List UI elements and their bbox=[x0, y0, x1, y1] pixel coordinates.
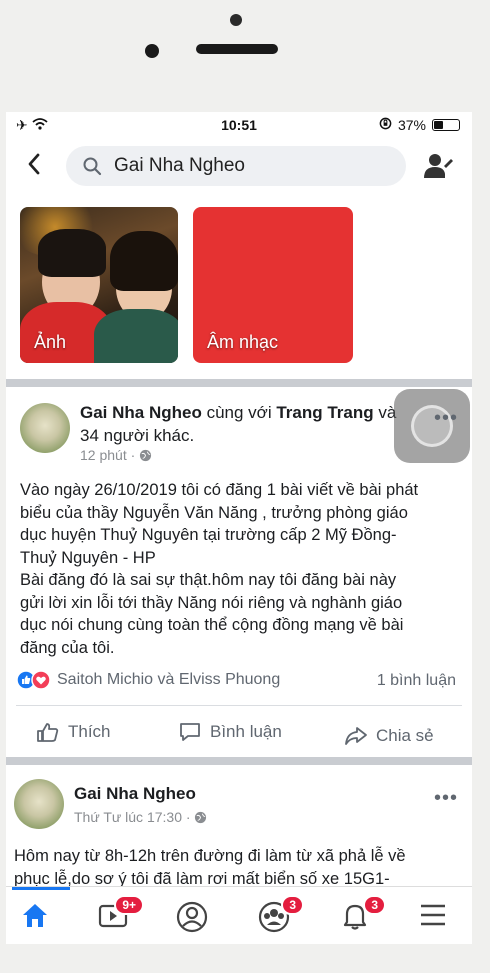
share-button[interactable]: Chia sẻ bbox=[344, 725, 434, 747]
photo-hair-left bbox=[38, 229, 106, 277]
love-reaction-icon bbox=[31, 670, 51, 690]
post-body: Vào ngày 26/10/2019 tôi có đăng 1 bài vi… bbox=[20, 479, 460, 659]
front-camera bbox=[145, 44, 159, 58]
search-icon bbox=[82, 156, 102, 181]
comments-count[interactable]: 1 bình luận bbox=[377, 672, 456, 690]
post-body-line: đăng của tôi. bbox=[20, 638, 115, 657]
actions-divider bbox=[16, 705, 462, 706]
tab-groups[interactable]: 3 bbox=[258, 895, 304, 935]
more-options-button[interactable]: ••• bbox=[434, 407, 458, 430]
active-tab-indicator bbox=[12, 887, 70, 890]
search-input[interactable]: Gai Nha Ngheo bbox=[66, 146, 406, 186]
orientation-lock-icon bbox=[379, 117, 392, 133]
photo-shirt-right bbox=[94, 309, 178, 363]
post-time: Thứ Tư lúc 17:30 · bbox=[74, 809, 195, 825]
search-header: Gai Nha Ngheo bbox=[6, 142, 472, 192]
chevron-left-icon bbox=[28, 153, 40, 175]
music-tile[interactable]: Âm nhạc bbox=[193, 207, 353, 363]
photos-tile-label: Ảnh bbox=[34, 332, 67, 352]
tab-watch[interactable]: 9+ bbox=[98, 895, 144, 935]
phone-frame: ✈ 10:51 37% Gai Nha Ngheo Ảnh Âm nhạc Ga… bbox=[0, 0, 490, 973]
post-body-line: Vào ngày 26/10/2019 tôi có đăng 1 bài vi… bbox=[20, 481, 419, 499]
tab-notifications[interactable]: 3 bbox=[340, 895, 386, 935]
photo-hair-right bbox=[110, 231, 178, 291]
reaction-icons bbox=[16, 670, 51, 690]
profile-settings-button[interactable] bbox=[424, 152, 454, 185]
reactions-names: Saitoh Michio và Elviss Phuong bbox=[57, 671, 281, 688]
post-meta: Thứ Tư lúc 17:30 · bbox=[74, 809, 207, 825]
groups-badge: 3 bbox=[281, 895, 304, 915]
post-author-line: Gai Nha Ngheo cùng với Trang Trang và 34… bbox=[80, 401, 400, 447]
with-text: cùng với bbox=[201, 403, 277, 422]
search-query: Gai Nha Ngheo bbox=[114, 155, 245, 176]
assistive-touch-button[interactable] bbox=[394, 389, 470, 463]
tab-menu[interactable] bbox=[418, 901, 458, 935]
post-body-line: biểu của thầy Nguyễn Văn Năng , trưởng p… bbox=[20, 503, 408, 522]
battery-icon bbox=[432, 119, 460, 131]
category-tiles: Ảnh Âm nhạc bbox=[20, 207, 460, 363]
others-link[interactable]: 34 người khác. bbox=[80, 426, 194, 445]
section-divider bbox=[6, 379, 472, 387]
author-name[interactable]: Gai Nha Ngheo bbox=[74, 782, 196, 805]
watch-badge: 9+ bbox=[114, 895, 144, 915]
profile-icon bbox=[176, 901, 208, 933]
user-edit-icon bbox=[424, 154, 453, 178]
notifications-badge: 3 bbox=[363, 895, 386, 915]
tab-profile[interactable] bbox=[176, 901, 216, 935]
post-card: Gai Nha Ngheo Thứ Tư lúc 17:30 · ••• Hôm… bbox=[6, 765, 472, 895]
avatar[interactable] bbox=[14, 779, 64, 829]
like-label: Thích bbox=[68, 722, 111, 741]
post-body-line: gửi lời xin lỗi tới thầy Năng nói riêng … bbox=[20, 593, 403, 612]
comment-button[interactable]: Bình luận bbox=[178, 721, 282, 743]
home-icon bbox=[23, 904, 47, 927]
section-divider bbox=[6, 757, 472, 765]
post-body-line: Bài đăng đó là sai sự thật.hôm nay tôi đ… bbox=[20, 571, 397, 589]
earpiece-speaker bbox=[196, 44, 278, 54]
status-bar: ✈ 10:51 37% bbox=[6, 112, 472, 138]
share-label: Chia sẻ bbox=[376, 726, 434, 745]
post-body: Hôm nay từ 8h-12h trên đường đi làm từ x… bbox=[14, 845, 464, 890]
post-actions: Thích Bình luận Chia sẻ bbox=[6, 707, 472, 757]
bottom-tab-bar: 9+ 3 3 bbox=[6, 886, 472, 944]
post-meta: 12 phút · bbox=[80, 447, 152, 463]
battery-percent: 37% bbox=[397, 117, 426, 133]
author-name[interactable]: Gai Nha Ngheo bbox=[80, 403, 202, 422]
post-time: 12 phút · bbox=[80, 447, 140, 463]
back-button[interactable] bbox=[26, 152, 42, 181]
comment-label: Bình luận bbox=[210, 722, 282, 741]
tagged-name[interactable]: Trang Trang bbox=[276, 403, 373, 422]
post-body-line: Hôm nay từ 8h-12h trên đường đi làm từ x… bbox=[14, 847, 406, 865]
globe-icon bbox=[140, 449, 152, 462]
menu-icon bbox=[421, 904, 445, 926]
like-button[interactable]: Thích bbox=[36, 721, 111, 743]
reactions-summary[interactable]: Saitoh Michio và Elviss Phuong bbox=[16, 670, 280, 690]
post-body-line: dục nói chung cùng toàn thể cộng đồng mạ… bbox=[20, 616, 404, 634]
post-body-line: dục huyện Thuỷ Nguyên tại trường cấp 2 M… bbox=[20, 526, 397, 544]
tab-home[interactable] bbox=[20, 901, 60, 935]
post-card: Gai Nha Ngheo cùng với Trang Trang và 34… bbox=[6, 387, 472, 767]
more-options-button[interactable]: ••• bbox=[434, 787, 458, 810]
share-icon bbox=[345, 727, 367, 745]
globe-icon bbox=[195, 811, 207, 824]
status-right: 37% bbox=[379, 117, 460, 133]
avatar[interactable] bbox=[20, 403, 70, 453]
and-text: và bbox=[373, 403, 397, 422]
photos-tile[interactable]: Ảnh bbox=[20, 207, 178, 363]
music-tile-label: Âm nhạc bbox=[207, 332, 279, 352]
post-body-line: Thuỷ Nguyên - HP bbox=[20, 548, 156, 567]
thumbs-up-icon bbox=[37, 723, 59, 742]
front-sensor bbox=[230, 14, 242, 26]
comment-icon bbox=[180, 723, 200, 741]
app-screen: ✈ 10:51 37% Gai Nha Ngheo Ảnh Âm nhạc Ga… bbox=[6, 112, 472, 944]
